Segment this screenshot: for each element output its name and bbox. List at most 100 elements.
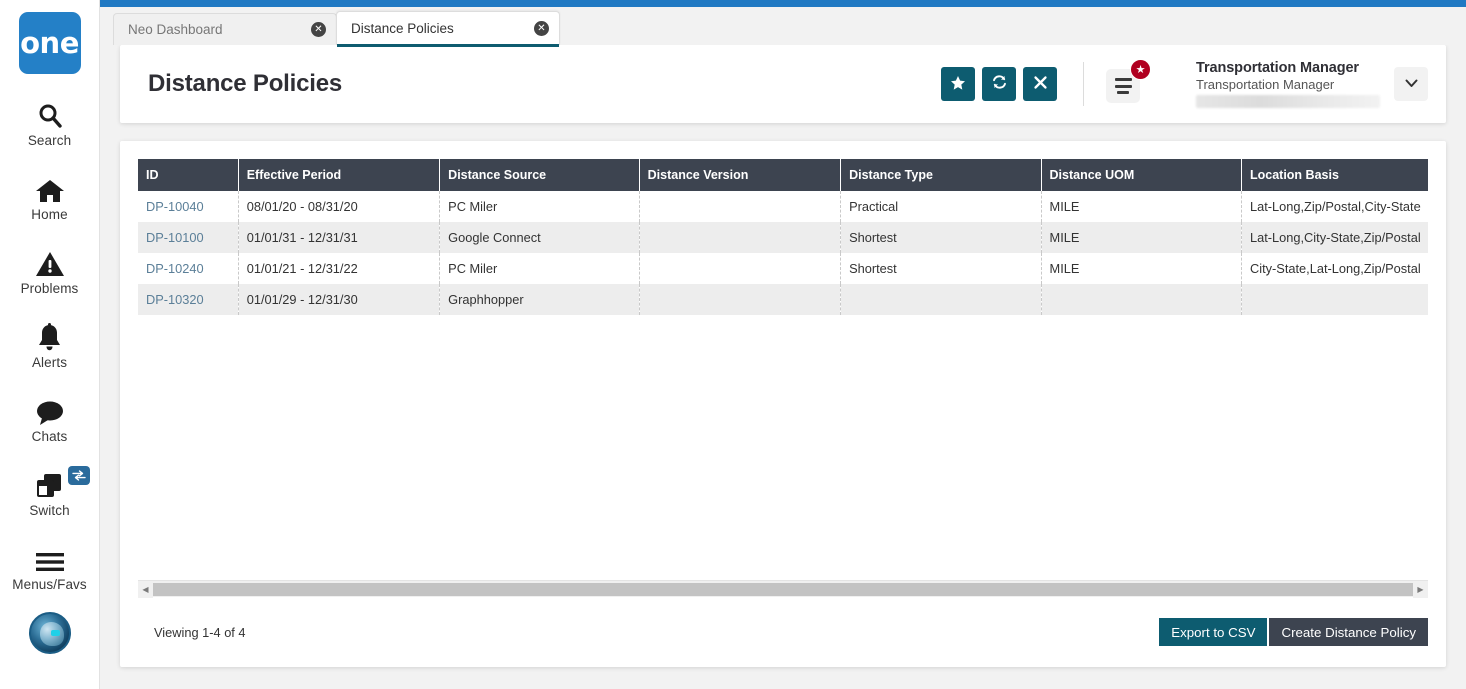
policy-id-link[interactable]: DP-10320	[146, 292, 204, 307]
tab-close-icon[interactable]: ✕	[534, 21, 549, 36]
tab-distance-policies[interactable]: Distance Policies ✕	[336, 11, 560, 45]
hamburger-line	[1115, 78, 1132, 81]
column-header-effective-period[interactable]: Effective Period	[238, 159, 439, 191]
scroll-left-arrow-icon[interactable]: ◀	[138, 581, 153, 598]
cell-distance-uom: MILE	[1041, 191, 1241, 222]
scroll-right-arrow-icon[interactable]: ▶	[1413, 581, 1428, 598]
cell-id: DP-10040	[138, 191, 238, 222]
star-icon	[950, 75, 966, 94]
sidebar-item-search[interactable]: Search	[0, 96, 100, 148]
sidebar-item-label: Problems	[21, 281, 79, 296]
cell-effective-period: 01/01/29 - 12/31/30	[238, 284, 439, 315]
table-row[interactable]: DP-10040 08/01/20 - 08/31/20 PC Miler Pr…	[138, 191, 1428, 222]
avatar-visor	[51, 630, 60, 636]
user-text-block: Transportation Manager Transportation Ma…	[1196, 60, 1380, 108]
left-sidebar: one Search Home Problems Alerts	[0, 0, 100, 689]
favorite-button[interactable]	[941, 67, 975, 101]
avatar[interactable]	[29, 612, 71, 654]
cell-distance-source: Graphhopper	[440, 284, 639, 315]
close-button[interactable]	[1023, 67, 1057, 101]
cell-distance-version	[639, 253, 840, 284]
table-row[interactable]: DP-10240 01/01/21 - 12/31/22 PC Miler Sh…	[138, 253, 1428, 284]
grid-empty-space	[138, 315, 1428, 580]
column-header-id[interactable]: ID	[138, 159, 238, 191]
column-header-distance-version[interactable]: Distance Version	[639, 159, 840, 191]
column-header-distance-source[interactable]: Distance Source	[440, 159, 639, 191]
cell-id: DP-10320	[138, 284, 238, 315]
search-icon	[36, 96, 64, 130]
table-footer: Viewing 1-4 of 4 Export to CSV Create Di…	[138, 597, 1428, 667]
menu-button[interactable]: ★	[1106, 65, 1144, 103]
header-action-buttons	[941, 67, 1057, 101]
table-header-row: ID Effective Period Distance Source Dist…	[138, 159, 1428, 191]
cell-distance-source: PC Miler	[440, 253, 639, 284]
tab-label: Neo Dashboard	[128, 22, 311, 37]
create-distance-policy-button[interactable]: Create Distance Policy	[1269, 618, 1428, 646]
tab-close-icon[interactable]: ✕	[311, 22, 326, 37]
cell-distance-version	[639, 222, 840, 253]
switch-windows-icon	[34, 466, 66, 500]
column-header-distance-type[interactable]: Distance Type	[841, 159, 1041, 191]
sidebar-item-switch[interactable]: Switch	[0, 466, 100, 518]
bell-icon	[36, 318, 63, 352]
export-to-csv-button[interactable]: Export to CSV	[1159, 618, 1267, 646]
sidebar-item-label: Menus/Favs	[12, 577, 87, 592]
cell-location-basis: Lat-Long,City-State,Zip/Postal	[1241, 222, 1428, 253]
tab-neo-dashboard[interactable]: Neo Dashboard ✕	[113, 13, 337, 45]
cell-distance-type	[841, 284, 1041, 315]
page-title: Distance Policies	[148, 70, 342, 98]
sidebar-item-label: Chats	[32, 429, 68, 444]
main-area: Neo Dashboard ✕ Distance Policies ✕ Dist…	[100, 0, 1466, 689]
cell-distance-type: Shortest	[841, 222, 1041, 253]
sidebar-item-chats[interactable]: Chats	[0, 392, 100, 444]
cell-distance-version	[639, 284, 840, 315]
sidebar-item-home[interactable]: Home	[0, 170, 100, 222]
user-profile[interactable]: Transportation Manager Transportation Ma…	[1196, 60, 1428, 108]
sidebar-item-label: Home	[31, 207, 67, 222]
table-row[interactable]: DP-10320 01/01/29 - 12/31/30 Graphhopper	[138, 284, 1428, 315]
user-name: Transportation Manager	[1196, 60, 1380, 76]
one-logo-text: one	[20, 26, 79, 60]
sidebar-item-label: Search	[28, 133, 71, 148]
cell-location-basis: City-State,Lat-Long,Zip/Postal	[1241, 253, 1428, 284]
tab-label: Distance Policies	[351, 21, 534, 36]
cell-effective-period: 01/01/31 - 12/31/31	[238, 222, 439, 253]
scrollbar-track[interactable]	[153, 583, 1413, 596]
star-icon: ★	[1136, 63, 1146, 76]
refresh-button[interactable]	[982, 67, 1016, 101]
hamburger-line	[1117, 91, 1129, 94]
chat-bubble-icon	[35, 392, 65, 426]
one-logo[interactable]: one	[19, 12, 81, 74]
user-dropdown-button[interactable]	[1394, 67, 1428, 101]
user-role: Transportation Manager	[1196, 77, 1380, 92]
content-card: ID Effective Period Distance Source Dist…	[120, 141, 1446, 667]
policy-id-link[interactable]: DP-10100	[146, 230, 204, 245]
sidebar-item-label: Switch	[29, 503, 69, 518]
sidebar-item-label: Alerts	[32, 355, 67, 370]
table-row[interactable]: DP-10100 01/01/31 - 12/31/31 Google Conn…	[138, 222, 1428, 253]
bottom-gap	[100, 667, 1466, 689]
hamburger-icon	[34, 540, 66, 574]
cell-location-basis: Lat-Long,Zip/Postal,City-State	[1241, 191, 1428, 222]
policy-id-link[interactable]: DP-10040	[146, 199, 204, 214]
distance-policies-table: ID Effective Period Distance Source Dist…	[138, 159, 1428, 315]
table-head: ID Effective Period Distance Source Dist…	[138, 159, 1428, 191]
sidebar-item-alerts[interactable]: Alerts	[0, 318, 100, 370]
cell-distance-type: Shortest	[841, 253, 1041, 284]
cell-id: DP-10100	[138, 222, 238, 253]
app-root: one Search Home Problems Alerts	[0, 0, 1466, 689]
viewing-count: Viewing 1-4 of 4	[154, 625, 246, 640]
column-header-location-basis[interactable]: Location Basis	[1241, 159, 1428, 191]
header-divider	[1083, 62, 1084, 106]
home-icon	[35, 170, 65, 204]
sidebar-item-problems[interactable]: Problems	[0, 244, 100, 296]
scrollbar-thumb[interactable]	[153, 583, 1413, 596]
swap-arrows-icon[interactable]	[68, 466, 90, 485]
cell-distance-version	[639, 191, 840, 222]
column-header-distance-uom[interactable]: Distance UOM	[1041, 159, 1241, 191]
sidebar-item-menus-favs[interactable]: Menus/Favs	[0, 540, 100, 592]
policy-id-link[interactable]: DP-10240	[146, 261, 204, 276]
horizontal-scrollbar[interactable]: ◀ ▶	[138, 580, 1428, 597]
top-accent-bar	[100, 0, 1466, 7]
cell-distance-uom	[1041, 284, 1241, 315]
